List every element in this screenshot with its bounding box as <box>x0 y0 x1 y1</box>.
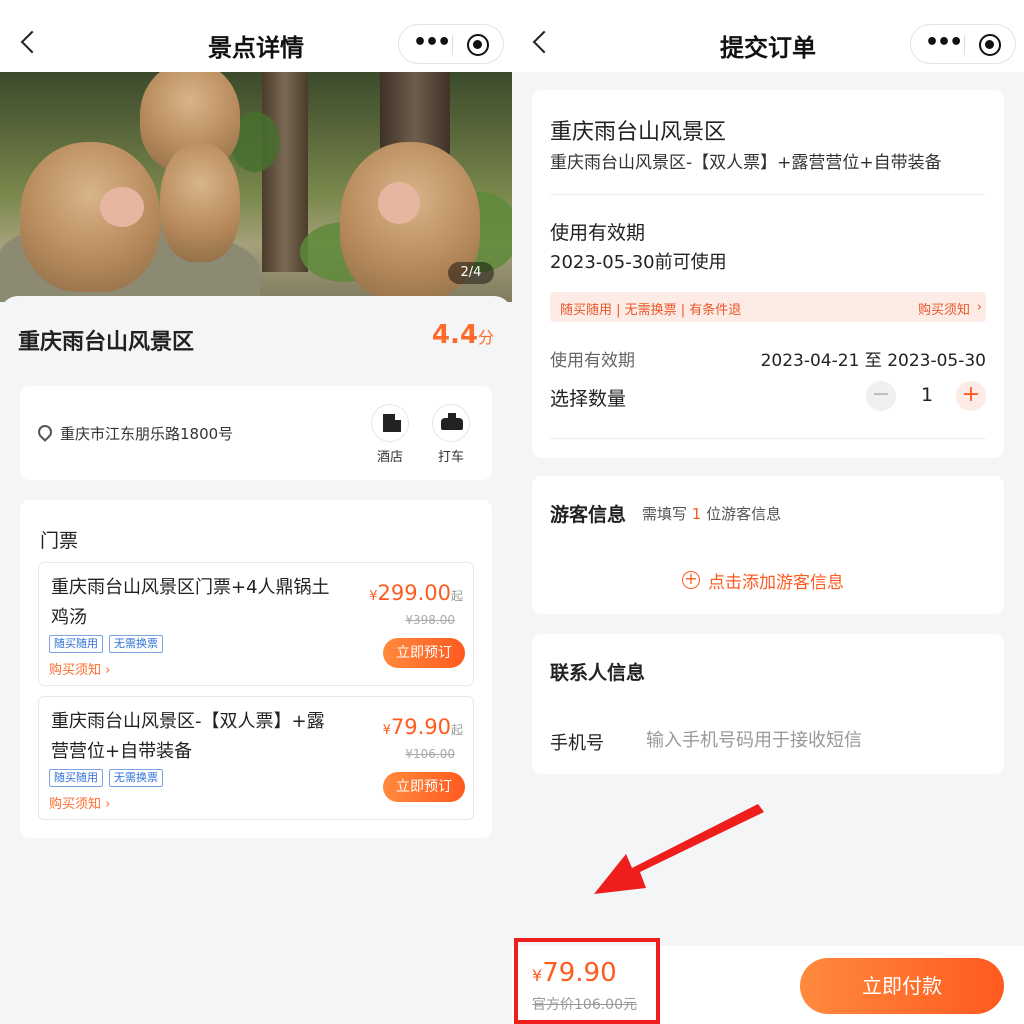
contact-info-card: 联系人信息 手机号 <box>532 634 1004 774</box>
policy-text: 随买随用 | 无需换票 | 有条件退 <box>560 303 742 318</box>
official-price: 官方价106.00元 <box>532 997 637 1013</box>
navbar: 提交订单 ••• <box>512 0 1024 72</box>
total-price: ¥79.90 <box>532 958 617 988</box>
order-product-name: 重庆雨台山风景区-【双人票】+露营营位+自带装备 <box>550 153 942 173</box>
checkout-bar: ¥79.90 官方价106.00元 立即付款 <box>512 938 1024 1024</box>
score-unit: 分 <box>477 328 494 347</box>
arrow-shape <box>594 804 764 894</box>
price-highlight-box: ¥79.90 官方价106.00元 <box>514 938 660 1024</box>
capsule-divider <box>964 35 965 55</box>
period-value: 2023-04-21 至 2023-05-30 <box>760 351 986 371</box>
hotel-button[interactable] <box>371 404 409 442</box>
ticket-original-price: ¥398.00 <box>405 613 455 627</box>
purchase-notice-link[interactable]: 购买须知 › <box>49 659 110 678</box>
period-label: 使用有效期 <box>550 351 635 371</box>
ticket-tag: 随买随用 <box>49 769 103 787</box>
more-icon[interactable]: ••• <box>925 32 963 57</box>
quantity-value: 1 <box>920 384 934 406</box>
scenic-detail-screen: 景点详情 ••• 2/4 重庆雨台山风景区 4.4分 重庆市江东朋乐路1800号… <box>0 0 512 1024</box>
ticket-item[interactable]: 重庆雨台山风景区-【双人票】+露营营位+自带装备 随买随用 无需换票 购买须知 … <box>38 696 474 820</box>
ticket-price: ¥79.90起 <box>382 715 463 739</box>
scenic-name: 重庆雨台山风景区 <box>18 330 195 355</box>
phone-label: 手机号 <box>550 733 604 754</box>
hero-image[interactable] <box>0 72 512 302</box>
taxi-label: 打车 <box>437 450 464 465</box>
contact-section-title: 联系人信息 <box>550 662 646 684</box>
hotel-icon <box>383 414 401 432</box>
image-counter: 2/4 <box>448 262 494 284</box>
ticket-tag: 无需换票 <box>109 769 163 787</box>
divider <box>550 194 986 195</box>
close-target-icon[interactable] <box>979 34 1001 56</box>
more-icon[interactable]: ••• <box>413 32 451 57</box>
score-value: 4.4 <box>431 320 478 350</box>
annotation-arrow <box>594 804 764 894</box>
rating-score: 4.4分 <box>432 320 494 350</box>
location-pin-icon <box>35 422 55 442</box>
ticket-item[interactable]: 重庆雨台山风景区门票+4人鼎锅土鸡汤 随买随用 无需换票 购买须知 › ¥299… <box>38 562 474 686</box>
ticket-policy-strip[interactable]: 随买随用 | 无需换票 | 有条件退 购买须知 › <box>550 292 986 322</box>
address-card: 重庆市江东朋乐路1800号 酒店 打车 <box>20 386 492 480</box>
validity-value: 2023-05-30前可使用 <box>550 252 727 273</box>
quantity-label: 选择数量 <box>550 388 627 410</box>
ticket-tag: 随买随用 <box>49 635 103 653</box>
close-target-icon[interactable] <box>467 34 489 56</box>
miniprogram-capsule: ••• <box>398 24 504 64</box>
submit-order-screen: 提交订单 ••• 重庆雨台山风景区 重庆雨台山风景区-【双人票】+露营营位+自带… <box>512 0 1024 1024</box>
purchase-notice-link[interactable]: 购买须知 <box>918 299 970 318</box>
taxi-icon <box>441 413 463 430</box>
visitor-hint: 需填写 1 位游客信息 <box>642 505 782 523</box>
divider <box>550 438 986 439</box>
ticket-name: 重庆雨台山风景区门票+4人鼎锅土鸡汤 <box>51 577 330 628</box>
taxi-button[interactable] <box>432 404 470 442</box>
quantity-increase-button[interactable]: + <box>956 381 986 411</box>
book-now-button[interactable]: 立即预订 <box>383 772 465 802</box>
visitor-section-title: 游客信息 <box>550 504 627 526</box>
phone-input[interactable] <box>646 726 976 754</box>
ticket-price: ¥299.00起 <box>369 581 463 605</box>
ticket-section-title: 门票 <box>40 530 79 552</box>
hotel-label: 酒店 <box>376 450 403 465</box>
book-now-button[interactable]: 立即预订 <box>383 638 465 668</box>
miniprogram-capsule: ••• <box>910 24 1016 64</box>
ticket-original-price: ¥106.00 <box>405 747 455 761</box>
visitor-info-card: 游客信息 需填写 1 位游客信息 + 点击添加游客信息 <box>532 476 1004 614</box>
address-text[interactable]: 重庆市江东朋乐路1800号 <box>60 423 233 444</box>
order-scenic-title: 重庆雨台山风景区 <box>550 120 727 145</box>
capsule-divider <box>452 35 453 55</box>
ticket-section: 门票 重庆雨台山风景区门票+4人鼎锅土鸡汤 随买随用 无需换票 购买须知 › ¥… <box>20 500 492 838</box>
validity-label: 使用有效期 <box>550 222 646 244</box>
quantity-decrease-button[interactable]: − <box>866 381 896 411</box>
add-visitor-button[interactable]: 点击添加游客信息 <box>708 568 844 593</box>
pay-now-button[interactable]: 立即付款 <box>800 958 1004 1014</box>
navbar: 景点详情 ••• <box>0 0 512 72</box>
ticket-tag: 无需换票 <box>109 635 163 653</box>
add-circle-icon[interactable]: + <box>682 571 700 589</box>
chevron-right-icon: › <box>976 300 982 315</box>
purchase-notice-link[interactable]: 购买须知 › <box>49 793 110 812</box>
order-info-card: 重庆雨台山风景区 重庆雨台山风景区-【双人票】+露营营位+自带装备 使用有效期 … <box>532 90 1004 458</box>
ticket-name: 重庆雨台山风景区-【双人票】+露营营位+自带装备 <box>51 711 325 762</box>
